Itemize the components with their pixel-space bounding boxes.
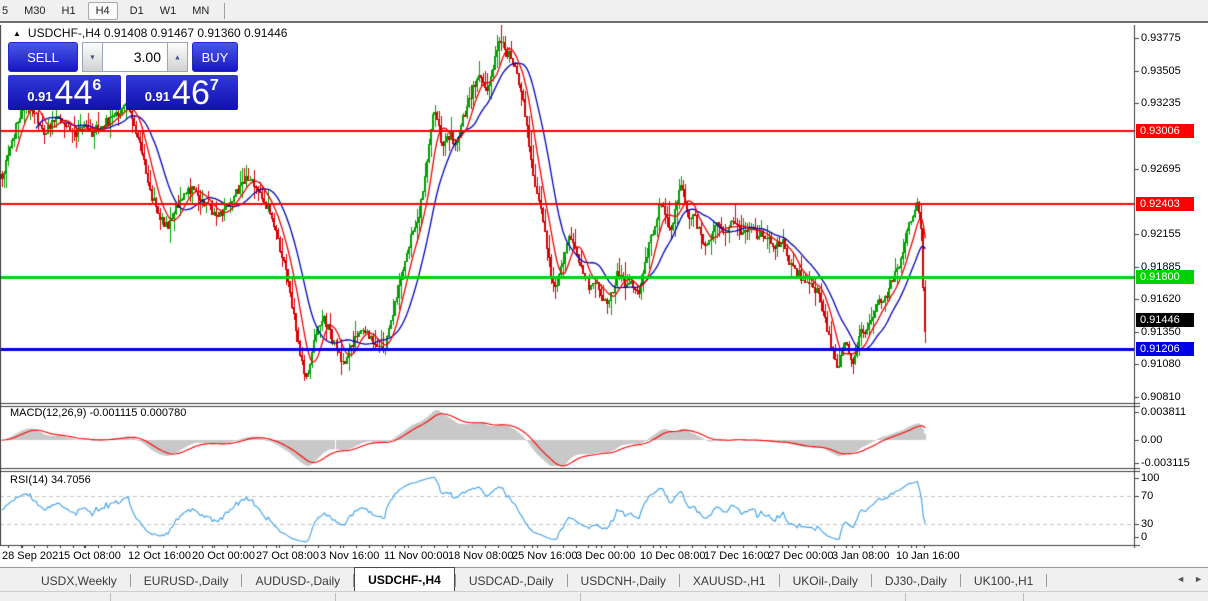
tab-usdchf-h4[interactable]: USDCHF-,H4 (354, 567, 455, 591)
status-bar (0, 591, 1208, 601)
time-axis-label: 5 Oct 08:00 (64, 550, 121, 562)
time-axis-label: 3 Dec 00:00 (576, 550, 635, 562)
sell-button[interactable]: SELL (8, 42, 78, 72)
time-axis-label: 10 Dec 08:00 (640, 550, 705, 562)
tab-eurusd-daily[interactable]: EURUSD-,Daily (131, 570, 242, 591)
macd-axis-label: 0.003811 (1141, 406, 1186, 418)
price-axis-label: 0.92155 (1141, 228, 1181, 240)
macd-axis-label: 0.00 (1141, 434, 1162, 446)
tab-audusd-daily[interactable]: AUDUSD-,Daily (242, 570, 353, 591)
tab-separator (1046, 574, 1047, 587)
time-axis-label: 3 Jan 08:00 (832, 550, 890, 562)
chevron-down-icon: ▼ (89, 53, 96, 61)
time-axis-label: 27 Oct 08:00 (256, 550, 319, 562)
timeframe-mn[interactable]: MN (188, 3, 213, 19)
toolbar-separator (224, 3, 225, 19)
price-tag: 0.91446 (1136, 313, 1194, 327)
time-axis-label: 11 Nov 00:00 (384, 550, 449, 562)
tab-scroll-right-icon[interactable]: ► (1194, 574, 1203, 584)
volume-decrease-button[interactable]: ▼ (82, 42, 103, 72)
price-axis-label: 0.91620 (1141, 293, 1181, 305)
tab-xauusd-h1[interactable]: XAUUSD-,H1 (680, 570, 779, 591)
timeframe-d1[interactable]: D1 (126, 3, 148, 19)
buy-button[interactable]: BUY (192, 42, 238, 72)
time-axis-label: 25 Nov 16:00 (512, 550, 577, 562)
rsi-axis-label: 30 (1141, 518, 1153, 530)
price-tag: 0.92403 (1136, 197, 1194, 211)
tab-ukoil-daily[interactable]: UKOil-,Daily (780, 570, 871, 591)
price-axis-label: 0.90810 (1141, 391, 1181, 403)
price-axis-label: 0.93505 (1141, 65, 1181, 77)
time-axis-label: 17 Dec 16:00 (704, 550, 769, 562)
time-axis-label: 3 Nov 16:00 (320, 550, 379, 562)
timeframe-5[interactable]: 5 (0, 3, 12, 19)
symbol-info-bar: ▲ USDCHF-,H4 0.91408 0.91467 0.91360 0.9… (13, 26, 287, 40)
chevron-up-icon: ▲ (174, 53, 181, 61)
tab-dj30-daily[interactable]: DJ30-,Daily (872, 570, 960, 591)
timeframe-m30[interactable]: M30 (20, 3, 49, 19)
price-tag: 0.91800 (1136, 270, 1194, 284)
rsi-indicator-label: RSI(14) 34.7056 (10, 474, 91, 486)
trade-panel: SELL ▼ 3.00 ▲ BUY 0.91 44 6 0.91 46 (8, 42, 238, 110)
time-axis-label: 18 Nov 08:00 (448, 550, 513, 562)
price-tag: 0.93006 (1136, 124, 1194, 138)
status-separator (110, 593, 111, 601)
sell-price-prefix: 0.91 (27, 89, 52, 104)
price-axis-label: 0.92695 (1141, 163, 1181, 175)
chart-window: ▲ USDCHF-,H4 0.91408 0.91467 0.91360 0.9… (0, 23, 1208, 567)
tab-uk100-h1[interactable]: UK100-,H1 (961, 570, 1046, 591)
tab-usdcnh-daily[interactable]: USDCNH-,Daily (568, 570, 679, 591)
price-axis-label: 0.93775 (1141, 32, 1181, 44)
buy-price-pip: 7 (210, 77, 219, 95)
time-axis-label: 12 Oct 16:00 (128, 550, 191, 562)
price-tag: 0.91206 (1136, 342, 1194, 356)
macd-axis-label: -0.003115 (1141, 457, 1190, 469)
volume-increase-button[interactable]: ▲ (167, 42, 188, 72)
status-separator (335, 593, 336, 601)
buy-price-display[interactable]: 0.91 46 7 (126, 75, 239, 110)
time-axis-label: 27 Dec 00:00 (768, 550, 833, 562)
volume-input[interactable]: 3.00 (103, 42, 167, 72)
trading-terminal: 5 M30 H1 H4 D1 W1 MN ▲ USDCHF-,H4 0.91408 0.91… (0, 0, 1208, 601)
chart-tabs: USDX,WeeklyEURUSD-,DailyAUDUSD-,DailyUSD… (28, 567, 1047, 591)
buy-price-big: 46 (172, 77, 210, 109)
buy-price-prefix: 0.91 (145, 89, 170, 104)
time-axis-label: 20 Oct 00:00 (192, 550, 255, 562)
timeframe-w1[interactable]: W1 (156, 3, 181, 19)
price-axis-label: 0.93235 (1141, 97, 1181, 109)
trade-panel-controls: SELL ▼ 3.00 ▲ BUY (8, 42, 238, 72)
status-separator (580, 593, 581, 601)
collapse-panel-icon[interactable]: ▲ (13, 29, 21, 38)
rsi-axis-label: 70 (1141, 490, 1153, 502)
timeframe-h4[interactable]: H4 (88, 2, 118, 20)
timeframe-toolbar: 5 M30 H1 H4 D1 W1 MN (0, 0, 1208, 23)
tab-scroll-arrows: ◄ ► (1176, 574, 1203, 584)
sell-price-big: 44 (55, 77, 93, 109)
time-axis-label: 10 Jan 16:00 (896, 550, 960, 562)
tab-usdcad-daily[interactable]: USDCAD-,Daily (456, 570, 567, 591)
sell-price-pip: 6 (92, 77, 101, 95)
timeframe-h1[interactable]: H1 (58, 3, 80, 19)
timeframe-buttons: 5 M30 H1 H4 D1 W1 MN (0, 2, 217, 20)
sell-price-display[interactable]: 0.91 44 6 (8, 75, 121, 110)
rsi-axis-label: 0 (1141, 531, 1147, 543)
rsi-axis-label: 100 (1141, 472, 1159, 484)
status-separator (905, 593, 906, 601)
trade-panel-quotes: 0.91 44 6 0.91 46 7 (8, 75, 238, 110)
macd-indicator-label: MACD(12,26,9) -0.001115 0.000780 (10, 407, 186, 419)
tab-usdx-weekly[interactable]: USDX,Weekly (28, 570, 130, 591)
time-axis-label: 28 Sep 2021 (2, 550, 64, 562)
status-separator (1023, 593, 1024, 601)
chart-tab-bar: USDX,WeeklyEURUSD-,DailyAUDUSD-,DailyUSD… (0, 567, 1208, 591)
tab-scroll-left-icon[interactable]: ◄ (1176, 574, 1185, 584)
price-axis-label: 0.91350 (1141, 326, 1181, 338)
symbol-ohlc-text: USDCHF-,H4 0.91408 0.91467 0.91360 0.914… (28, 26, 288, 40)
price-axis-label: 0.91080 (1141, 358, 1181, 370)
